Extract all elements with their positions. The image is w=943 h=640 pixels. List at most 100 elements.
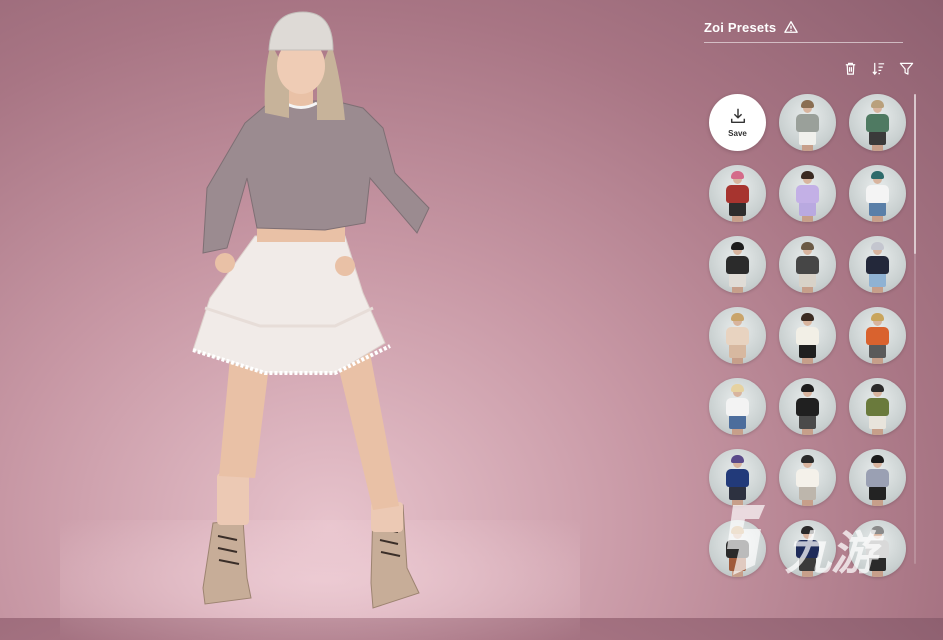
preset-figure-part <box>872 286 883 293</box>
preset-figure-part <box>731 313 744 321</box>
preset-figure-part <box>801 100 814 108</box>
preset-figure-part <box>729 344 746 358</box>
preset-figure-part <box>871 242 884 250</box>
preset-figure-part <box>872 215 883 222</box>
preset-thumbnail[interactable] <box>779 94 836 151</box>
preset-figure-part <box>869 202 886 216</box>
preset-figure-part <box>866 327 889 345</box>
preset-thumbnail[interactable] <box>849 449 906 506</box>
preset-figure-part <box>866 540 889 558</box>
preset-thumbnail[interactable] <box>849 307 906 364</box>
preset-thumbnail[interactable] <box>849 165 906 222</box>
preset-figure-part <box>732 357 743 364</box>
preset-figure-part <box>796 540 819 558</box>
preset-figure-part <box>869 557 886 571</box>
preset-figure-part <box>801 384 814 392</box>
preset-figure-part <box>801 313 814 321</box>
panel-header: Zoi Presets <box>704 12 903 43</box>
preset-figure-part <box>729 415 746 429</box>
filter-icon <box>899 62 913 75</box>
preset-figure-part <box>802 286 813 293</box>
scroll-thumb[interactable] <box>914 94 916 254</box>
preset-scrollbar[interactable] <box>914 94 916 564</box>
preset-thumbnail[interactable] <box>779 165 836 222</box>
preset-figure-part <box>871 313 884 321</box>
preset-thumbnail[interactable] <box>709 449 766 506</box>
preset-figure-part <box>801 242 814 250</box>
download-icon <box>730 108 745 124</box>
preset-thumbnail[interactable] <box>849 236 906 293</box>
preset-figure-part <box>799 486 816 500</box>
preset-figure-part <box>871 455 884 463</box>
preset-figure-part <box>732 428 743 435</box>
preset-figure-part <box>731 171 744 179</box>
preset-figure-part <box>799 557 816 571</box>
preset-figure-part <box>872 570 883 577</box>
preset-figure-part <box>796 398 819 416</box>
preset-figure-part <box>801 455 814 463</box>
preset-figure-part <box>802 570 813 577</box>
preset-figure-part <box>866 256 889 274</box>
preset-figure-part <box>726 185 749 203</box>
sort-button[interactable] <box>868 58 888 78</box>
preset-figure-part <box>726 327 749 345</box>
presets-panel: Zoi Presets Save <box>690 0 943 618</box>
preset-thumbnail[interactable] <box>779 236 836 293</box>
character-viewport[interactable] <box>0 0 690 640</box>
panel-title: Zoi Presets <box>704 19 777 35</box>
preset-figure-part <box>869 131 886 145</box>
preset-figure-part <box>732 570 743 577</box>
preset-thumbnail[interactable] <box>709 307 766 364</box>
preset-figure-part <box>729 202 746 216</box>
preset-figure-part <box>802 428 813 435</box>
preset-figure-part <box>799 273 816 287</box>
preset-figure-part <box>801 526 814 534</box>
preset-figure-part <box>871 384 884 392</box>
delete-button[interactable] <box>840 58 860 78</box>
preset-figure-part <box>726 256 749 274</box>
preset-thumbnail[interactable] <box>779 307 836 364</box>
preset-figure-part <box>866 469 889 487</box>
preset-figure-part <box>802 357 813 364</box>
preset-figure-part <box>799 202 816 216</box>
warning-triangle-icon[interactable] <box>784 20 799 34</box>
preset-figure-part <box>802 499 813 506</box>
preset-figure-part <box>802 215 813 222</box>
preset-thumbnail[interactable] <box>779 378 836 435</box>
preset-figure-part <box>731 384 744 392</box>
preset-figure-part <box>732 215 743 222</box>
preset-figure-part <box>799 415 816 429</box>
preset-thumbnail[interactable] <box>849 520 906 577</box>
save-preset-button[interactable]: Save <box>709 94 766 151</box>
preset-thumbnail[interactable] <box>709 520 766 577</box>
save-label: Save <box>728 129 747 138</box>
preset-figure-part <box>729 273 746 287</box>
preset-figure-part <box>796 327 819 345</box>
preset-figure-part <box>796 185 819 203</box>
preset-figure-part <box>872 499 883 506</box>
preset-thumbnail[interactable] <box>709 236 766 293</box>
preset-grid: Save <box>709 94 906 577</box>
preset-thumbnail[interactable] <box>849 378 906 435</box>
preset-thumbnail[interactable] <box>779 449 836 506</box>
preset-figure-part <box>871 171 884 179</box>
preset-figure-part <box>869 415 886 429</box>
preset-figure-part <box>731 526 744 534</box>
preset-figure-part <box>731 242 744 250</box>
preset-figure-part <box>872 144 883 151</box>
preset-thumbnail[interactable] <box>779 520 836 577</box>
preset-thumbnail[interactable] <box>849 94 906 151</box>
preset-figure-part <box>871 100 884 108</box>
filter-button[interactable] <box>896 58 916 78</box>
preset-figure-part <box>729 486 746 500</box>
preset-thumbnail[interactable] <box>709 165 766 222</box>
preset-figure-part <box>732 286 743 293</box>
preset-thumbnail[interactable] <box>709 378 766 435</box>
preset-figure-part <box>726 540 749 558</box>
preset-figure-part <box>869 344 886 358</box>
preset-figure-part <box>802 144 813 151</box>
preset-figure-part <box>872 428 883 435</box>
preset-figure-part <box>801 171 814 179</box>
panel-toolbar <box>840 58 916 78</box>
zoi-character[interactable] <box>185 8 445 613</box>
